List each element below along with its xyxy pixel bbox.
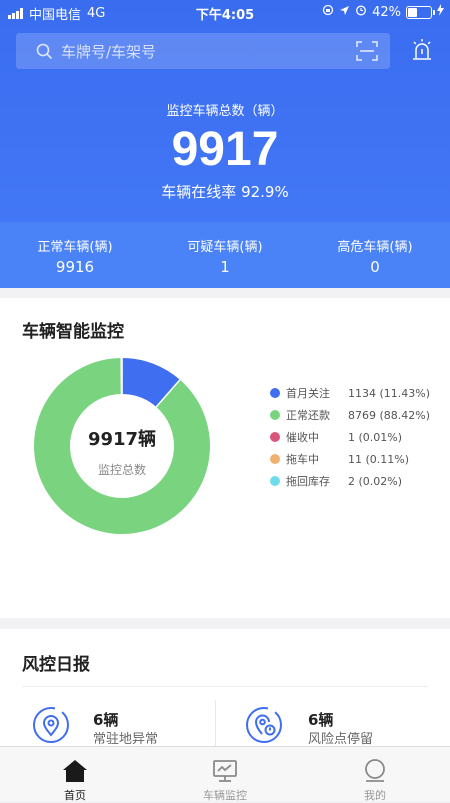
monitor-icon [212, 759, 238, 787]
legend-value: 2 (0.02%) [348, 475, 402, 488]
stat-value: 0 [300, 258, 450, 276]
legend-dot [270, 432, 280, 442]
stat-value: 9916 [0, 258, 150, 276]
monitor-title: 车辆智能监控 [22, 317, 124, 342]
legend-dot [270, 454, 280, 464]
tab-mine[interactable]: 我的 [300, 747, 450, 801]
stat-normal[interactable]: 正常车辆(辆) 9916 [0, 222, 150, 288]
online-rate-value: 92.9% [241, 183, 289, 201]
legend-value: 1 (0.01%) [348, 431, 402, 444]
report-label: 风险点停留 [308, 728, 373, 747]
rotation-lock-icon [322, 4, 334, 20]
alarm-clock-icon [355, 4, 367, 20]
search-bar[interactable]: 车牌号/车架号 [16, 33, 390, 69]
legend-dot [270, 476, 280, 486]
total-vehicles: 9917 [0, 125, 450, 175]
legend-item[interactable]: 首月关注1134 (11.43%) [270, 382, 430, 404]
summary-title: 监控车辆总数（辆） [0, 100, 450, 119]
stat-high-risk[interactable]: 高危车辆(辆) 0 [300, 222, 450, 288]
tab-label: 车辆监控 [150, 787, 300, 803]
legend-dot [270, 388, 280, 398]
stat-label: 正常车辆(辆) [0, 236, 150, 255]
charging-icon [437, 4, 444, 20]
risk-location-icon [245, 706, 283, 750]
legend-value: 1134 (11.43%) [348, 387, 430, 400]
alarm-icon[interactable] [411, 38, 433, 66]
divider [215, 700, 216, 746]
online-rate-label: 车辆在线率 [161, 183, 236, 201]
search-icon [36, 43, 53, 64]
legend-value: 8769 (88.42%) [348, 409, 430, 422]
legend-label: 催收中 [286, 429, 348, 445]
tab-vehicle-monitor[interactable]: 车辆监控 [150, 747, 300, 801]
daily-report-title: 风控日报 [22, 650, 90, 675]
legend-item[interactable]: 拖车中11 (0.11%) [270, 448, 430, 470]
online-rate: 车辆在线率 92.9% [0, 181, 450, 202]
tab-label: 我的 [300, 787, 450, 803]
legend-label: 首月关注 [286, 385, 348, 401]
legend-label: 拖回库存 [286, 473, 348, 489]
donut-center-value: 9917辆 [62, 425, 182, 451]
stat-label: 可疑车辆(辆) [150, 236, 300, 255]
tab-bar: 首页 车辆监控 我的 [0, 746, 450, 801]
scan-icon[interactable] [356, 41, 378, 65]
tab-label: 首页 [0, 787, 150, 803]
battery-percent: 42% [372, 5, 401, 20]
legend-label: 拖车中 [286, 451, 348, 467]
home-icon [62, 759, 88, 787]
legend-label: 正常还款 [286, 407, 348, 423]
donut-center-label: 监控总数 [62, 461, 182, 478]
legend-dot [270, 410, 280, 420]
summary-section: 监控车辆总数（辆） 9917 车辆在线率 92.9% [0, 100, 450, 202]
report-count: 6辆 [308, 709, 333, 730]
donut-center: 9917辆 监控总数 [62, 425, 182, 478]
stat-suspicious[interactable]: 可疑车辆(辆) 1 [150, 222, 300, 288]
chart-legend: 首月关注1134 (11.43%)正常还款8769 (88.42%)催收中1 (… [270, 382, 430, 492]
vehicle-stats: 正常车辆(辆) 9916 可疑车辆(辆) 1 高危车辆(辆) 0 [0, 222, 450, 288]
profile-icon [362, 759, 388, 787]
legend-item[interactable]: 催收中1 (0.01%) [270, 426, 430, 448]
stat-value: 1 [150, 258, 300, 276]
divider [22, 686, 428, 687]
search-input[interactable]: 车牌号/车架号 [61, 41, 156, 62]
location-icon [339, 5, 350, 20]
stat-label: 高危车辆(辆) [300, 236, 450, 255]
battery-icon [406, 6, 432, 19]
report-label: 常驻地异常 [93, 728, 158, 747]
status-bar: 中国电信 4G 下午4:05 42% [0, 0, 450, 24]
legend-item[interactable]: 拖回库存2 (0.02%) [270, 470, 430, 492]
report-count: 6辆 [93, 709, 118, 730]
tab-home[interactable]: 首页 [0, 747, 150, 801]
legend-value: 11 (0.11%) [348, 453, 409, 466]
location-pin-icon [32, 706, 70, 750]
legend-item[interactable]: 正常还款8769 (88.42%) [270, 404, 430, 426]
